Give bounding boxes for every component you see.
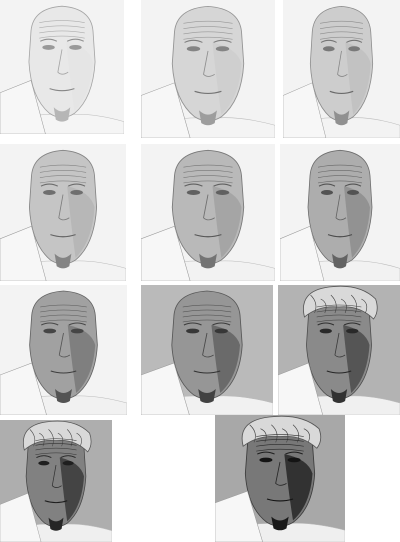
portrait-sketch <box>0 144 126 281</box>
portrait-sketch <box>141 144 275 281</box>
portrait-sketch <box>0 420 112 542</box>
drawing-stage-8 <box>141 285 273 415</box>
portrait-sketch <box>0 0 124 134</box>
drawing-stage-7 <box>0 285 127 415</box>
drawing-stage-5 <box>141 144 275 281</box>
drawing-stage-10 <box>0 420 112 542</box>
drawing-stage-2 <box>141 0 275 138</box>
drawing-stage-9 <box>278 285 400 415</box>
drawing-stage-3 <box>283 0 400 138</box>
drawing-stage-6 <box>280 144 400 281</box>
portrait-sketch <box>0 285 127 415</box>
portrait-sketch <box>215 415 345 542</box>
drawing-stage-4 <box>0 144 126 281</box>
portrait-sketch <box>278 285 400 415</box>
portrait-sketch <box>141 0 275 138</box>
portrait-sketch <box>280 144 400 281</box>
portrait-sketch <box>141 285 273 415</box>
drawing-stage-1 <box>0 0 124 134</box>
drawing-stage-11 <box>215 415 345 542</box>
portrait-sketch <box>283 0 400 138</box>
